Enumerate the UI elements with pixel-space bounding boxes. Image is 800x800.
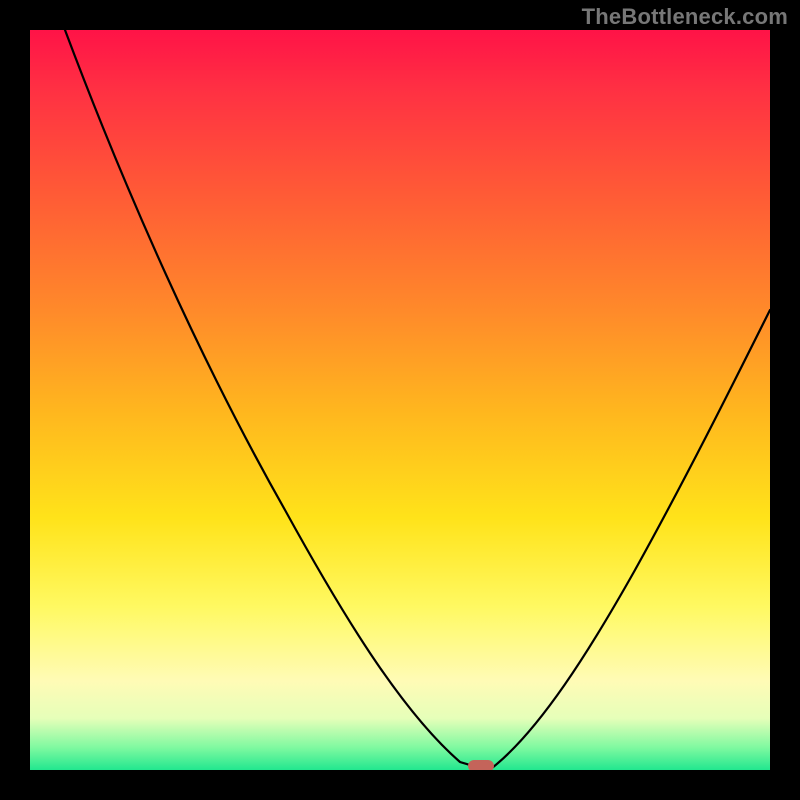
minimum-marker <box>468 760 494 770</box>
chart-frame: TheBottleneck.com <box>0 0 800 800</box>
curve-svg <box>30 30 770 770</box>
plot-area <box>30 30 770 770</box>
curve-left <box>65 30 480 768</box>
curve-right <box>492 310 770 768</box>
watermark-text: TheBottleneck.com <box>582 4 788 30</box>
